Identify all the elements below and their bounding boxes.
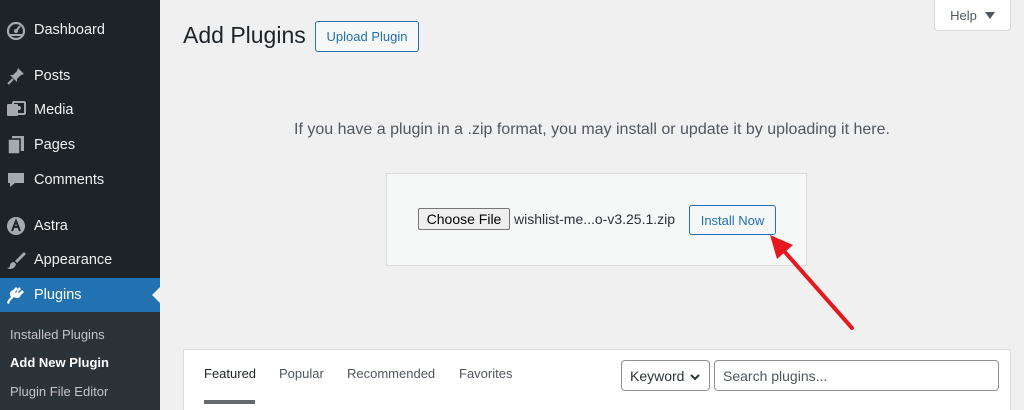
menu-posts[interactable]: Posts [0, 59, 160, 93]
dashboard-icon [6, 20, 26, 40]
astra-icon [6, 216, 26, 236]
submenu-installed-plugins[interactable]: Installed Plugins [10, 327, 105, 342]
tab-favorites[interactable]: Favorites [459, 366, 512, 381]
chevron-down-icon [689, 370, 701, 386]
menu-label: Comments [34, 172, 105, 188]
menu-label: Posts [34, 68, 71, 84]
choose-file-button[interactable]: Choose File [418, 208, 510, 230]
search-type-value: Keyword [630, 367, 685, 384]
pin-icon [6, 66, 26, 86]
admin-sidebar: Dashboard Posts Media Pages Comments Ast… [0, 0, 160, 410]
annotation-arrow-icon [770, 235, 854, 330]
menu-label: Astra [34, 218, 68, 234]
menu-comments[interactable]: Comments [0, 163, 160, 197]
help-tab[interactable]: Help [934, 0, 1011, 31]
upload-plugin-button[interactable]: Upload Plugin [315, 21, 419, 52]
tab-featured[interactable]: Featured [204, 366, 256, 381]
plugins-submenu: Installed Plugins Add New Plugin Plugin … [0, 312, 160, 410]
menu-label: Plugins [34, 287, 82, 303]
caret-down-icon [984, 8, 995, 23]
search-plugins-input[interactable] [714, 360, 999, 391]
menu-label: Dashboard [34, 22, 105, 38]
tab-recommended[interactable]: Recommended [347, 366, 435, 381]
brush-icon [6, 250, 26, 270]
plugin-icon [6, 285, 26, 305]
selected-file-name: wishlist-me...o-v3.25.1.zip [514, 211, 676, 227]
menu-pages[interactable]: Pages [0, 128, 160, 162]
tab-active-indicator [204, 400, 255, 404]
submenu-add-new-plugin[interactable]: Add New Plugin [10, 355, 109, 370]
menu-label: Appearance [34, 252, 113, 268]
menu-astra[interactable]: Astra [0, 209, 160, 243]
menu-dashboard[interactable]: Dashboard [0, 13, 160, 47]
menu-label: Pages [34, 137, 76, 153]
menu-appearance[interactable]: Appearance [0, 243, 160, 277]
submenu-plugin-file-editor[interactable]: Plugin File Editor [10, 384, 108, 399]
media-icon [6, 100, 26, 120]
upload-instructions: If you have a plugin in a .zip format, y… [294, 121, 890, 138]
page-title: Add Plugins [183, 22, 306, 48]
menu-plugins[interactable]: Plugins [0, 278, 160, 312]
help-label: Help [950, 7, 977, 23]
tab-popular[interactable]: Popular [279, 366, 324, 381]
pages-icon [6, 135, 26, 155]
menu-media[interactable]: Media [0, 93, 160, 127]
comment-icon [6, 170, 26, 190]
menu-label: Media [34, 102, 74, 118]
search-type-select[interactable]: Keyword [621, 360, 710, 391]
